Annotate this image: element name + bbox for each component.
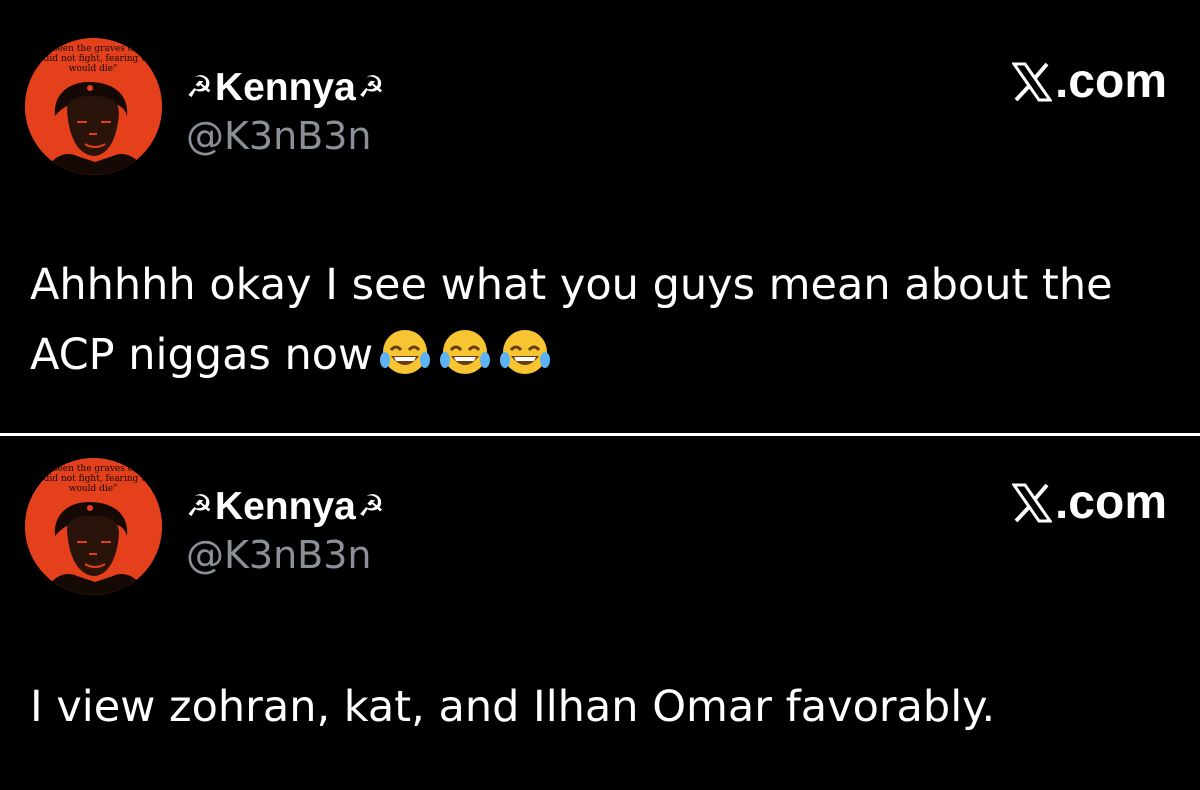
che-guevara-portrait-icon: seen the graves o o did not fight, feari…: [25, 458, 162, 595]
avatar-caption-line: o did not fight, fearing th: [35, 474, 150, 484]
face-with-tears-of-joy-icon: [499, 326, 551, 378]
site-label-text: .com: [1054, 476, 1167, 529]
tweet-card-1: seen the graves o o did not fight, feari…: [0, 0, 1200, 433]
face-with-tears-of-joy-icon: [379, 326, 431, 378]
avatar-caption-line: seen the graves o: [53, 44, 133, 54]
hammer-sickle-icon: ☭: [357, 490, 385, 523]
display-name-text: Kennya: [214, 66, 356, 109]
display-name[interactable]: ☭ Kennya ☭: [186, 66, 385, 110]
site-label-text: .com: [1054, 55, 1167, 108]
user-handle[interactable]: @K3nB3n: [186, 531, 385, 579]
avatar-caption-line: would die": [69, 64, 118, 74]
x-logo-icon: [1011, 62, 1052, 102]
user-handle[interactable]: @K3nB3n: [186, 112, 385, 160]
site-label[interactable]: .com: [1011, 54, 1167, 110]
avatar-caption-line: o did not fight, fearing th: [35, 54, 150, 64]
hammer-sickle-icon: ☭: [186, 71, 213, 104]
tweet-text-body: I view zohran, kat, and Ilhan Omar favor…: [30, 682, 996, 732]
tweet-text: I view zohran, kat, and Ilhan Omar favor…: [30, 672, 1170, 742]
avatar[interactable]: seen the graves o o did not fight, feari…: [25, 38, 162, 175]
che-guevara-portrait-icon: seen the graves o o did not fight, feari…: [25, 38, 162, 175]
x-logo-icon: [1011, 483, 1052, 523]
hammer-sickle-icon: ☭: [357, 71, 385, 104]
face-with-tears-of-joy-icon: [439, 326, 491, 378]
tweet-card-2: seen the graves o o did not fight, feari…: [0, 436, 1200, 790]
avatar-caption-line: seen the graves o: [53, 464, 133, 474]
avatar-caption-line: would die": [69, 484, 118, 494]
tweet-text-body: Ahhhhh okay I see what you guys mean abo…: [30, 260, 1113, 380]
display-name[interactable]: ☭ Kennya ☭: [186, 485, 385, 529]
emoji-row: [379, 326, 551, 378]
display-name-text: Kennya: [214, 485, 356, 528]
tweet-text: Ahhhhh okay I see what you guys mean abo…: [30, 250, 1170, 390]
avatar[interactable]: seen the graves o o did not fight, feari…: [25, 458, 162, 595]
site-label[interactable]: .com: [1011, 475, 1167, 531]
hammer-sickle-icon: ☭: [186, 490, 213, 523]
